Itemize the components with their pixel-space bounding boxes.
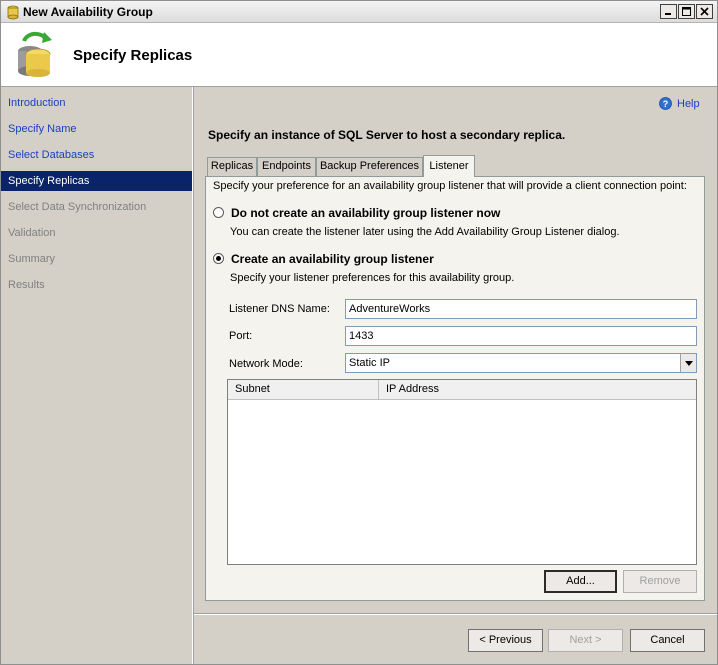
close-button[interactable] <box>696 4 713 19</box>
maximize-button[interactable] <box>678 4 695 19</box>
help-icon: ? <box>659 97 672 110</box>
title-bar: New Availability Group <box>1 1 717 23</box>
subnet-ip-grid[interactable]: Subnet IP Address <box>227 379 697 565</box>
maximize-icon <box>682 7 691 16</box>
previous-button[interactable]: < Previous <box>468 629 543 652</box>
grid-header-subnet[interactable]: Subnet <box>228 380 379 400</box>
cancel-button[interactable]: Cancel <box>630 629 705 652</box>
help-label: Help <box>677 97 700 110</box>
wizard-header: Specify Replicas <box>1 23 717 87</box>
no-listener-radio[interactable] <box>213 207 224 218</box>
svg-text:?: ? <box>663 99 669 109</box>
sidebar-item-specify-replicas[interactable]: Specify Replicas <box>1 171 192 191</box>
minimize-button[interactable] <box>660 4 677 19</box>
tab-listener[interactable]: Listener <box>423 155 475 177</box>
window-controls <box>659 4 713 19</box>
create-listener-radio[interactable] <box>213 253 224 264</box>
network-mode-select[interactable]: Static IP <box>345 353 697 373</box>
sidebar-item-results: Results <box>8 279 45 291</box>
close-icon <box>700 7 709 16</box>
chevron-down-icon <box>684 360 693 366</box>
sidebar-item-introduction[interactable]: Introduction <box>1 93 192 113</box>
grid-header-ip-address[interactable]: IP Address <box>379 380 696 400</box>
step-instruction: Specify an instance of SQL Server to hos… <box>208 128 566 142</box>
tab-backup-preferences[interactable]: Backup Preferences <box>316 157 423 176</box>
create-listener-description: Specify your listener preferences for th… <box>230 272 515 284</box>
tab-endpoints[interactable]: Endpoints <box>257 157 316 176</box>
page-title: Specify Replicas <box>73 47 193 64</box>
tab-replicas[interactable]: Replicas <box>207 157 257 176</box>
wizard-window: New Availability Group Specify Replicas <box>0 0 718 665</box>
dropdown-arrow-button[interactable] <box>680 354 696 372</box>
remove-ip-button[interactable]: Remove <box>623 570 697 593</box>
database-sync-icon <box>18 31 52 77</box>
add-ip-button[interactable]: Add... <box>544 570 617 593</box>
create-listener-label[interactable]: Create an availability group listener <box>231 252 434 266</box>
sidebar-item-select-data-synchronization: Select Data Synchronization <box>8 201 147 213</box>
window-title: New Availability Group <box>23 5 153 19</box>
wizard-steps-sidebar: Introduction Specify Name Select Databas… <box>1 87 193 664</box>
dns-name-label: Listener DNS Name: <box>229 303 330 315</box>
port-input[interactable]: 1433 <box>345 326 697 346</box>
listener-intro-text: Specify your preference for an availabil… <box>213 180 687 192</box>
dns-name-input[interactable]: AdventureWorks <box>345 299 697 319</box>
network-mode-value: Static IP <box>349 357 390 369</box>
no-listener-label[interactable]: Do not create an availability group list… <box>231 206 500 220</box>
network-mode-label: Network Mode: <box>229 358 303 370</box>
footer-divider <box>194 613 717 614</box>
sidebar-item-select-databases[interactable]: Select Databases <box>1 145 192 165</box>
no-listener-description: You can create the listener later using … <box>230 226 620 238</box>
port-label: Port: <box>229 330 253 342</box>
availability-group-icon <box>7 5 19 20</box>
minimize-icon <box>665 13 671 15</box>
help-link[interactable]: ? Help <box>659 97 700 110</box>
sidebar-item-summary: Summary <box>8 253 56 265</box>
sidebar-item-validation: Validation <box>8 227 56 239</box>
sidebar-item-specify-name[interactable]: Specify Name <box>1 119 192 139</box>
next-button[interactable]: Next > <box>548 629 623 652</box>
